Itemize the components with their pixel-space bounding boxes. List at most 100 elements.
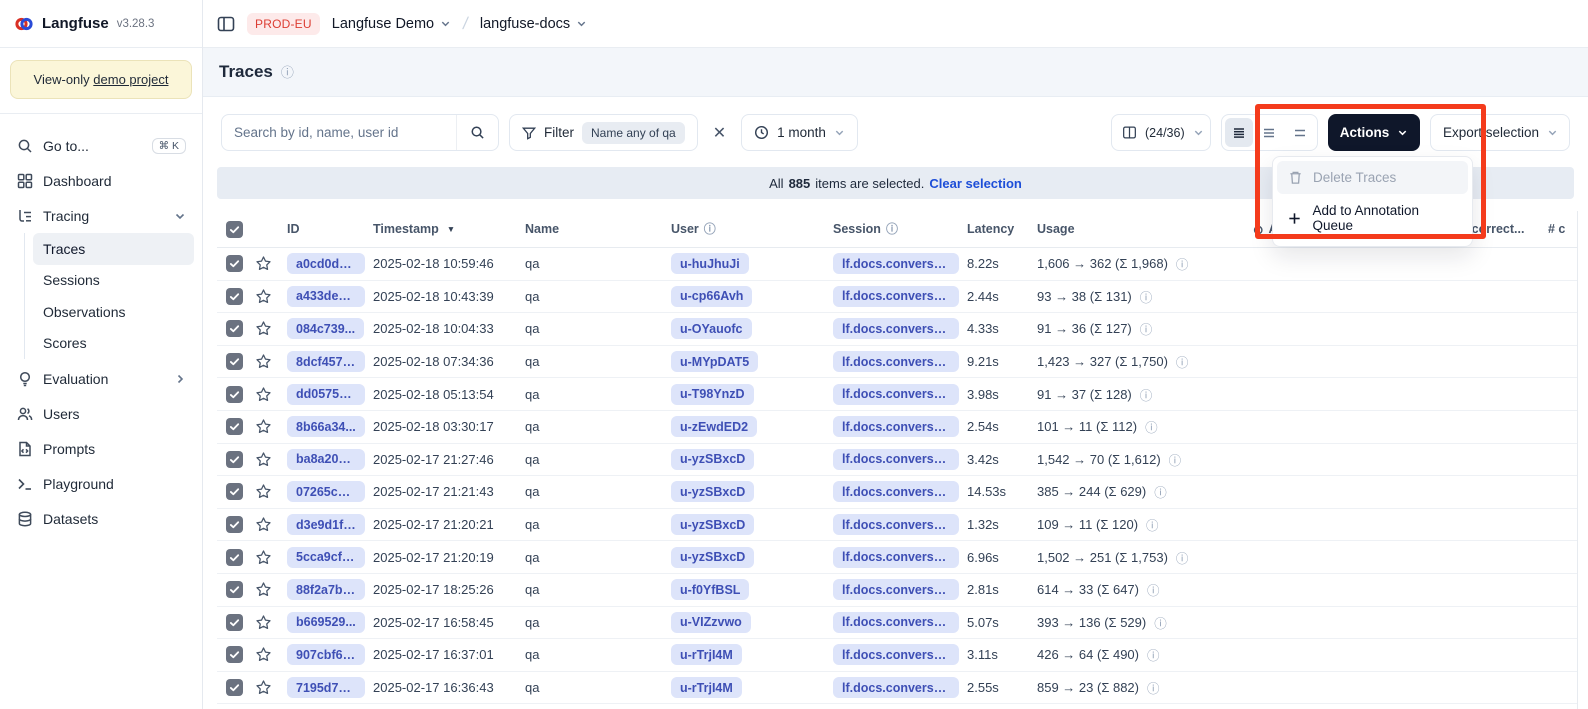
table-row[interactable]: d3e9d1f2...2025-02-17 21:20:21qau-yzSBxc…	[217, 509, 1577, 542]
bookmark-star-icon[interactable]	[255, 581, 287, 598]
sidebar-item-users[interactable]: Users	[8, 396, 194, 431]
bookmark-star-icon[interactable]	[255, 646, 287, 663]
column-header-latency[interactable]: Latency	[967, 222, 1037, 236]
trace-id-badge[interactable]: 07265c7a...	[287, 481, 365, 502]
trace-id-badge[interactable]: 907cbf6e...	[287, 644, 365, 665]
info-icon[interactable]: ⓘ	[1140, 287, 1153, 306]
demo-project-link[interactable]: demo project	[93, 72, 168, 87]
info-icon[interactable]: ⓘ	[1176, 548, 1189, 567]
breadcrumb-project[interactable]: langfuse-docs	[480, 16, 587, 32]
table-row[interactable]: 5cca9cf2...2025-02-17 21:20:19qau-yzSBxc…	[217, 541, 1577, 574]
session-badge[interactable]: lf.docs.conversation...	[833, 253, 959, 274]
info-icon[interactable]: ⓘ	[1176, 254, 1189, 273]
session-badge[interactable]: lf.docs.conversation...	[833, 547, 959, 568]
table-row[interactable]: 07265c7a...2025-02-17 21:21:43qau-yzSBxc…	[217, 476, 1577, 509]
user-badge[interactable]: u-cp66Avh	[671, 286, 752, 307]
trace-id-badge[interactable]: d3e9d1f2...	[287, 514, 365, 535]
bookmark-star-icon[interactable]	[255, 516, 287, 533]
row-checkbox[interactable]	[217, 581, 255, 598]
bookmark-star-icon[interactable]	[255, 255, 287, 272]
trace-id-badge[interactable]: dd05753...	[287, 384, 365, 405]
row-checkbox[interactable]	[217, 483, 255, 500]
user-badge[interactable]: u-OYauofc	[671, 318, 752, 339]
bookmark-star-icon[interactable]	[255, 451, 287, 468]
session-badge[interactable]: lf.docs.conversation...	[833, 416, 959, 437]
row-checkbox[interactable]	[217, 320, 255, 337]
session-badge[interactable]: lf.docs.conversation...	[833, 318, 959, 339]
info-icon[interactable]: ⓘ	[1140, 385, 1153, 404]
column-header-name[interactable]: Name	[525, 222, 671, 236]
table-row[interactable]: 8dcf4574...2025-02-18 07:34:36qau-MYpDAT…	[217, 346, 1577, 379]
bookmark-star-icon[interactable]	[255, 320, 287, 337]
trace-id-badge[interactable]: ba8a208f...	[287, 449, 365, 470]
bookmark-star-icon[interactable]	[255, 386, 287, 403]
columns-button[interactable]: (24/36)	[1111, 114, 1211, 151]
column-header-session[interactable]: Sessionⓘ	[833, 222, 967, 236]
table-row[interactable]: dd05753...2025-02-18 05:13:54qau-T98YnzD…	[217, 378, 1577, 411]
sidebar-item-sessions[interactable]: Sessions	[33, 265, 194, 297]
info-icon[interactable]: ⓘ	[1154, 482, 1167, 501]
trace-id-badge[interactable]: 7195d78e...	[287, 677, 365, 698]
table-row[interactable]: ba8a208f...2025-02-17 21:27:46qau-yzSBxc…	[217, 444, 1577, 477]
user-badge[interactable]: u-VIZzvwo	[671, 612, 751, 633]
user-badge[interactable]: u-rTrjI4M	[671, 677, 742, 698]
bookmark-star-icon[interactable]	[255, 288, 287, 305]
session-badge[interactable]: lf.docs.conversation...	[833, 677, 959, 698]
actions-button[interactable]: Actions	[1328, 114, 1420, 151]
sidebar-item-tracing[interactable]: Tracing	[8, 198, 194, 233]
bookmark-star-icon[interactable]	[255, 483, 287, 500]
timerange-button[interactable]: 1 month	[741, 114, 858, 151]
bookmark-star-icon[interactable]	[255, 418, 287, 435]
sidebar-item-traces[interactable]: Traces	[33, 233, 194, 265]
row-checkbox[interactable]	[217, 353, 255, 370]
sidebar-item-observations[interactable]: Observations	[33, 296, 194, 328]
session-badge[interactable]: lf.docs.conversation...	[833, 384, 959, 405]
row-checkbox[interactable]	[217, 288, 255, 305]
row-height-small-icon[interactable]	[1225, 118, 1253, 147]
trace-id-badge[interactable]: 084c739...	[287, 318, 364, 339]
bookmark-star-icon[interactable]	[255, 614, 287, 631]
info-icon[interactable]: ⓘ	[1146, 515, 1159, 534]
user-badge[interactable]: u-zEwdED2	[671, 416, 757, 437]
row-height-large-icon[interactable]	[1286, 118, 1314, 147]
sidebar-item-scores[interactable]: Scores	[33, 328, 194, 360]
info-icon[interactable]: ⓘ	[1154, 613, 1167, 632]
info-icon[interactable]: ⓘ	[1147, 580, 1160, 599]
row-checkbox[interactable]	[217, 549, 255, 566]
menu-item-add-to-annotation-queue[interactable]: Add to Annotation Queue	[1277, 194, 1468, 242]
row-checkbox[interactable]	[217, 614, 255, 631]
row-checkbox[interactable]	[217, 418, 255, 435]
info-icon[interactable]: ⓘ	[1140, 319, 1153, 338]
search-icon[interactable]	[456, 115, 498, 150]
table-row[interactable]: 88f2a7b0...2025-02-17 18:25:26qau-f0YfBS…	[217, 574, 1577, 607]
session-badge[interactable]: lf.docs.conversation...	[833, 286, 959, 307]
clear-selection-link[interactable]: Clear selection	[929, 176, 1022, 191]
row-height-medium-icon[interactable]	[1255, 118, 1283, 147]
session-badge[interactable]: lf.docs.conversation...	[833, 514, 959, 535]
session-badge[interactable]: lf.docs.conversation...	[833, 351, 959, 372]
info-icon[interactable]: ⓘ	[1176, 352, 1189, 371]
user-badge[interactable]: u-yzSBxcD	[671, 449, 754, 470]
column-header--c[interactable]: # c	[1548, 222, 1577, 236]
row-checkbox[interactable]	[217, 386, 255, 403]
trace-id-badge[interactable]: 5cca9cf2...	[287, 547, 365, 568]
session-badge[interactable]: lf.docs.conversation...	[833, 579, 959, 600]
session-badge[interactable]: lf.docs.conversation...	[833, 612, 959, 633]
sidebar-item-evaluation[interactable]: Evaluation	[8, 361, 194, 396]
column-header-id[interactable]: ID	[287, 222, 373, 236]
trace-id-badge[interactable]: a433de51...	[287, 286, 365, 307]
menu-item-delete-traces[interactable]: Delete Traces	[1277, 161, 1468, 194]
trace-id-badge[interactable]: 8b66a34...	[287, 416, 365, 437]
column-header-user[interactable]: Userⓘ	[671, 222, 833, 236]
trace-id-badge[interactable]: b669529...	[287, 612, 365, 633]
user-badge[interactable]: u-yzSBxcD	[671, 547, 754, 568]
session-badge[interactable]: lf.docs.conversation...	[833, 481, 959, 502]
user-badge[interactable]: u-yzSBxcD	[671, 514, 754, 535]
trace-id-badge[interactable]: 88f2a7b0...	[287, 579, 365, 600]
column-header-timestamp[interactable]: Timestamp▼	[373, 222, 525, 236]
session-badge[interactable]: lf.docs.conversation...	[833, 449, 959, 470]
sidebar-toggle-icon[interactable]	[217, 15, 235, 33]
filter-button[interactable]: Filter Name any of qa	[509, 114, 698, 151]
user-badge[interactable]: u-huJhuJi	[671, 253, 749, 274]
column-header-usage[interactable]: Usage	[1037, 222, 1253, 236]
